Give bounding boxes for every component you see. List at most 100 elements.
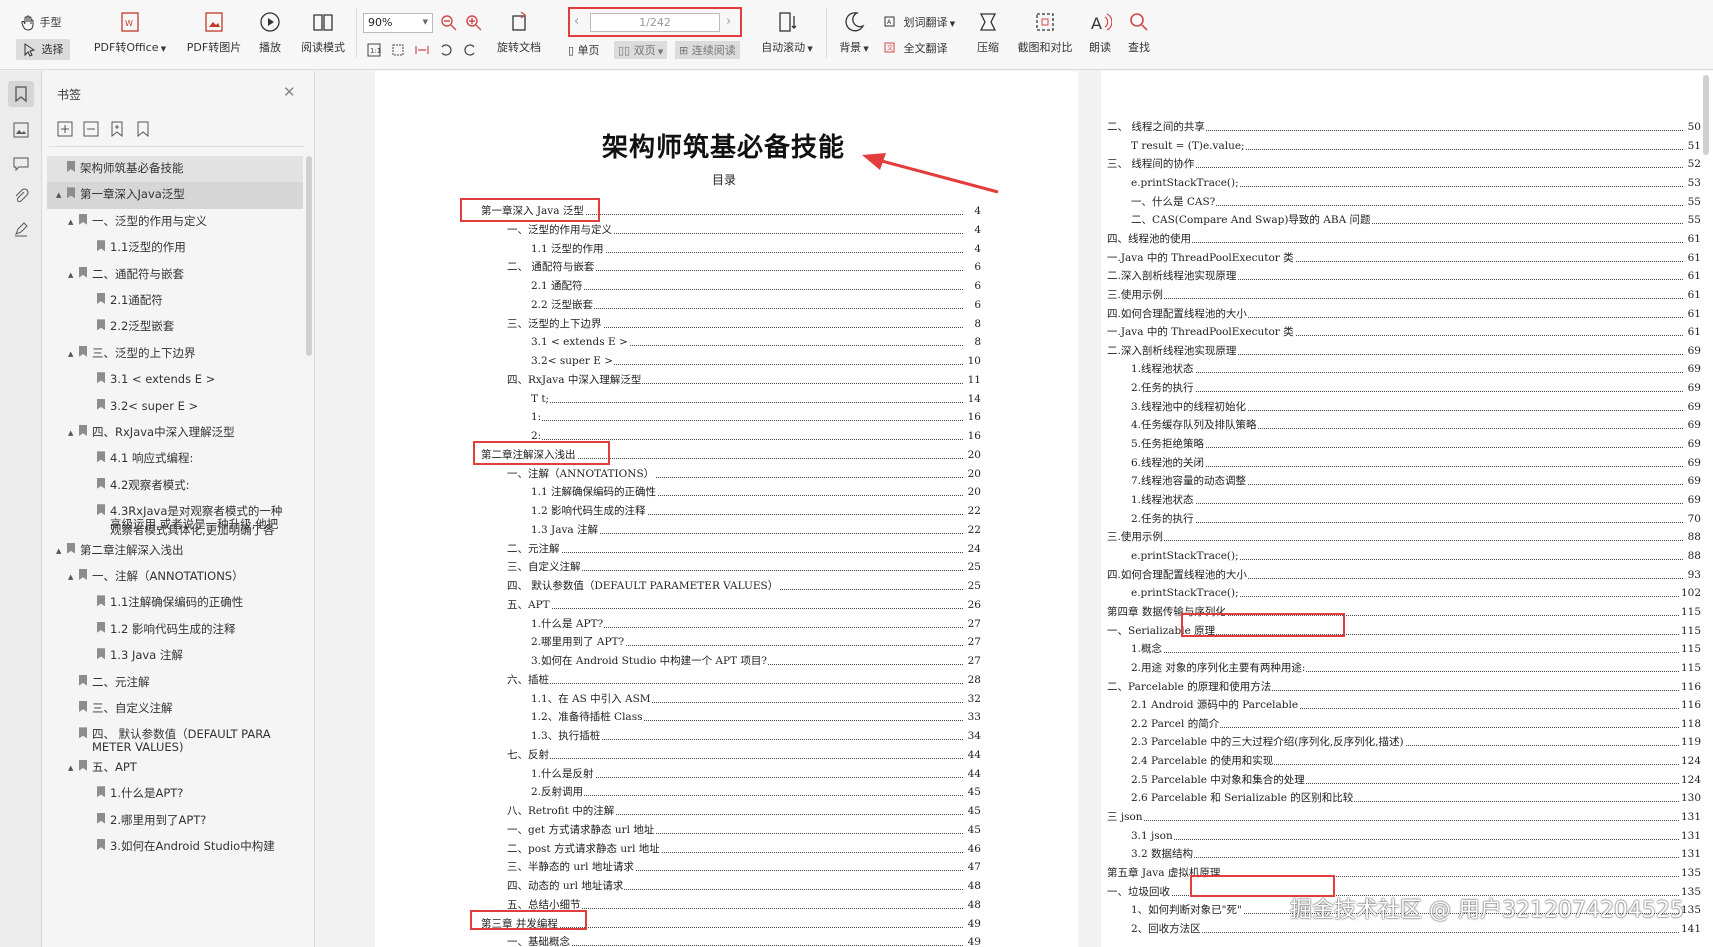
- bookmark-item[interactable]: 4.2观察者模式:: [47, 473, 303, 499]
- toc-entry[interactable]: 三.使用示例 61: [1107, 286, 1701, 303]
- pdf-to-office-button[interactable]: W PDF转Office ▼: [88, 10, 172, 55]
- add-bookmark-icon[interactable]: [109, 121, 125, 137]
- toc-entry[interactable]: 三、 线程间的协作 52: [1107, 156, 1701, 173]
- toc-entry[interactable]: 1.线程池状态 69: [1131, 492, 1701, 508]
- toc-entry[interactable]: 四、RxJava 中深入理解泛型 11: [507, 371, 981, 388]
- toc-entry[interactable]: 3.1 json 131: [1131, 827, 1701, 844]
- toc-entry[interactable]: 2.4 Parcelable 的使用和实现 124: [1131, 753, 1701, 770]
- toc-entry[interactable]: 1.线程池状态 69: [1131, 361, 1701, 378]
- expand-all-icon[interactable]: [57, 121, 73, 137]
- toc-entry[interactable]: 二、post 方式请求静态 url 地址 46: [507, 840, 981, 857]
- toc-entry[interactable]: 3.线程池中的线程初始化 69: [1131, 398, 1701, 415]
- page-number-input[interactable]: 1/242: [590, 13, 720, 32]
- bookmark-icon[interactable]: [135, 121, 151, 137]
- bookmark-item[interactable]: 3.2< super E >: [47, 394, 303, 420]
- toc-entry[interactable]: 二.深入剖析线程池实现原理 61: [1107, 268, 1701, 285]
- toc-entry[interactable]: 1: 16: [531, 409, 981, 426]
- hand-tool-button[interactable]: 手型: [20, 14, 62, 31]
- toc-entry[interactable]: 三、自定义注解 25: [507, 559, 981, 576]
- bookmark-item[interactable]: 1.1注解确保编码的正确性: [47, 590, 303, 616]
- toc-entry[interactable]: 一、泛型的作用与定义 4: [507, 221, 981, 238]
- toc-entry[interactable]: 1.2、准备待插桩 Class 33: [531, 709, 981, 726]
- toc-entry[interactable]: 2.反射调用 45: [531, 784, 981, 801]
- toc-entry[interactable]: 1.1 泛型的作用 4: [531, 240, 981, 257]
- bookmark-item[interactable]: ▲ 三、泛型的上下边界: [47, 341, 303, 367]
- toc-entry[interactable]: 2.6 Parcelable 和 Serializable 的区别和比较 130: [1131, 790, 1701, 807]
- toc-entry[interactable]: 七、反射 44: [507, 746, 981, 763]
- bookmark-item[interactable]: 1.3 Java 注解: [47, 643, 303, 669]
- toc-entry[interactable]: 四、线程池的使用 61: [1107, 230, 1701, 247]
- expand-arrow-icon[interactable]: ▲: [68, 425, 73, 442]
- toc-entry[interactable]: 1.3 Java 注解 22: [531, 521, 981, 538]
- bookmark-item[interactable]: ▲ 第一章深入Java泛型: [47, 182, 303, 209]
- toc-entry[interactable]: 二、Parcelable 的原理和使用方法 116: [1107, 678, 1701, 695]
- zoom-in-icon[interactable]: [465, 14, 483, 32]
- single-page-button[interactable]: ▯ 单页: [564, 41, 604, 59]
- toc-entry[interactable]: 六、插桩 28: [507, 671, 981, 688]
- toc-entry[interactable]: 2.2 Parcel 的简介 118: [1131, 715, 1701, 732]
- attachment-panel-tab[interactable]: [8, 183, 34, 209]
- toc-entry[interactable]: 1.概念 115: [1131, 641, 1701, 658]
- close-icon[interactable]: ✕: [283, 83, 296, 101]
- toc-entry[interactable]: 1.1 注解确保编码的正确性 20: [531, 484, 981, 501]
- bookmark-item[interactable]: 1.什么是APT?: [47, 781, 303, 807]
- toc-entry[interactable]: 2.1 通配符 6: [531, 278, 981, 294]
- toc-entry[interactable]: 五、APT 26: [507, 596, 981, 613]
- toc-entry[interactable]: 二、 通配符与嵌套 6: [507, 259, 981, 276]
- toc-entry[interactable]: 2.5 Parcelable 中对象和集合的处理 124: [1131, 771, 1701, 788]
- background-button[interactable]: 背景 ▼: [818, 10, 890, 55]
- toc-entry[interactable]: e.printStackTrace(); 88: [1131, 547, 1701, 564]
- toc-entry[interactable]: 2.2 泛型嵌套 6: [531, 296, 981, 313]
- rotate-document-button[interactable]: 旋转文档: [483, 10, 555, 55]
- toc-entry[interactable]: 1.什么是反射 44: [531, 765, 981, 782]
- bookmark-item[interactable]: 3.如何在Android Studio中构建: [47, 834, 303, 860]
- bookmark-panel-tab[interactable]: [8, 81, 34, 107]
- bookmark-item[interactable]: ▲ 五、APT: [47, 755, 303, 781]
- toc-entry[interactable]: 3.2 数据结构 131: [1131, 846, 1701, 863]
- auto-scroll-button[interactable]: 自动滚动 ▼: [751, 10, 823, 55]
- bookmark-item[interactable]: 三、自定义注解: [47, 696, 303, 722]
- expand-arrow-icon[interactable]: ▲: [68, 569, 73, 586]
- zoom-select[interactable]: 90% ▼: [363, 13, 433, 33]
- toc-entry[interactable]: 一、什么是 CAS? 55: [1131, 193, 1701, 210]
- bookmark-item[interactable]: METER VALUES): [47, 739, 303, 755]
- bookmark-item[interactable]: 观察者模式具体化,更加明确了各: [47, 522, 303, 538]
- double-page-button[interactable]: ▯▯ 双页 ▼: [614, 41, 668, 59]
- toc-entry[interactable]: T result = (T)e.value; 51: [1131, 137, 1701, 154]
- bookmark-scrollbar[interactable]: [306, 156, 312, 356]
- toc-entry[interactable]: 八、Retrofit 中的注解 45: [507, 803, 981, 819]
- bookmark-item[interactable]: 1.2 影响代码生成的注释: [47, 617, 303, 643]
- select-tool-button[interactable]: 选择: [16, 39, 70, 60]
- bookmark-item[interactable]: ▲ 一、泛型的作用与定义: [47, 209, 303, 235]
- comment-panel-tab[interactable]: [8, 151, 34, 177]
- bookmark-item[interactable]: 4.1 响应式编程:: [47, 446, 303, 472]
- bookmark-item[interactable]: 3.1 < extends E >: [47, 367, 303, 393]
- chevron-right-icon[interactable]: ›: [726, 14, 731, 29]
- toc-entry[interactable]: 四、动态的 url 地址请求 48: [507, 878, 981, 894]
- rotate-right-icon[interactable]: [462, 42, 478, 58]
- document-scrollbar[interactable]: [1703, 75, 1709, 155]
- toc-entry[interactable]: 3.1 < extends E > 8: [531, 334, 981, 351]
- toc-entry[interactable]: 5.任务拒绝策略 69: [1131, 436, 1701, 453]
- toc-entry[interactable]: 四.如何合理配置线程池的大小 61: [1107, 305, 1701, 322]
- toc-entry[interactable]: 三 json 131: [1107, 809, 1701, 826]
- bookmark-item[interactable]: ▲ 四、RxJava中深入理解泛型: [47, 420, 303, 446]
- toc-entry[interactable]: 3.2< super E > 10: [531, 353, 981, 369]
- toc-entry[interactable]: 7.线程池容量的动态调整 69: [1131, 473, 1701, 490]
- bookmark-item[interactable]: 二、元注解: [47, 670, 303, 696]
- expand-arrow-icon[interactable]: ▲: [68, 760, 73, 777]
- toc-entry[interactable]: 一.Java 中的 ThreadPoolExecutor 类 61: [1107, 324, 1701, 341]
- toc-entry[interactable]: 三、半静态的 url 地址请求 47: [507, 859, 981, 876]
- toc-entry[interactable]: 1.3、执行插桩 34: [531, 728, 981, 744]
- toc-entry[interactable]: 4.任务缓存队列及排队策略 69: [1131, 417, 1701, 434]
- toc-entry[interactable]: 1.2 影响代码生成的注释 22: [531, 503, 981, 519]
- toc-entry[interactable]: 二、CAS(Compare And Swap)导致的 ABA 问题 55: [1131, 212, 1701, 229]
- collapse-all-icon[interactable]: [83, 121, 99, 137]
- toc-entry[interactable]: 三、泛型的上下边界 8: [507, 315, 981, 332]
- bookmark-item[interactable]: ▲ 第二章注解深入浅出: [47, 538, 303, 564]
- toc-entry[interactable]: 3.如何在 Android Studio 中构建一个 APT 项目? 27: [531, 653, 981, 669]
- toc-entry[interactable]: 2.1 Android 源码中的 Parcelable 116: [1131, 697, 1701, 714]
- continuous-read-button[interactable]: ⊞ 连续阅读: [675, 41, 740, 59]
- expand-arrow-icon[interactable]: ▲: [56, 187, 61, 204]
- actual-size-icon[interactable]: 1:1: [366, 42, 382, 58]
